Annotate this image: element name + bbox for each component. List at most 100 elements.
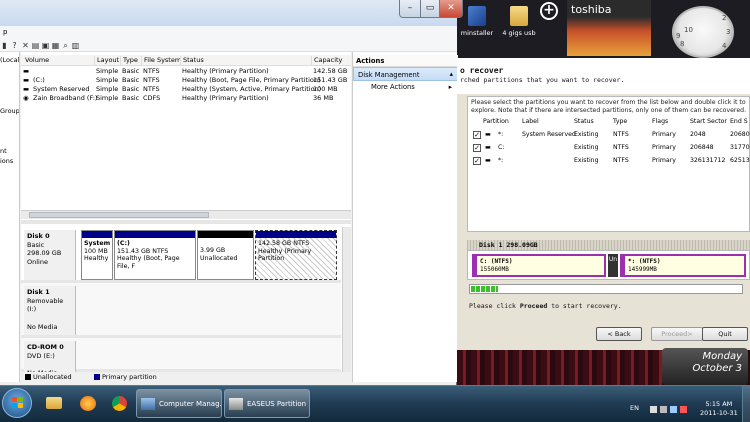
clock-time: 5:15 AM bbox=[705, 400, 733, 408]
map-unallocated[interactable]: Un bbox=[608, 254, 618, 277]
menu-fragment[interactable]: p bbox=[3, 28, 7, 36]
table-row[interactable]: ✓ ▬ *: System Reserved Existing NTFS Pri… bbox=[468, 129, 750, 141]
partition-system[interactable]: System 100 MB Healthy bbox=[81, 230, 113, 280]
collapse-arrow-icon[interactable]: ▴ bbox=[450, 70, 453, 78]
close-button[interactable]: ✕ bbox=[439, 0, 463, 18]
back-button[interactable]: < Back bbox=[596, 327, 642, 341]
toshiba-tile[interactable]: toshiba bbox=[567, 0, 651, 56]
disk-type: Basic bbox=[27, 240, 45, 249]
task-computer-management[interactable]: Computer Manag... bbox=[136, 389, 222, 418]
status-prefix: Please click bbox=[469, 302, 520, 310]
open-icon[interactable]: ▤ bbox=[31, 41, 40, 50]
column-header-flags[interactable]: Flags bbox=[652, 118, 668, 125]
volume-name: System Reserved bbox=[33, 85, 90, 93]
tree-item[interactable]: (Local bbox=[0, 56, 19, 64]
cell-start: 326131712 bbox=[690, 157, 726, 164]
column-header-capacity[interactable]: Capacity bbox=[311, 56, 342, 65]
tray-clock[interactable]: 5:15 AM 2011-10-31 bbox=[700, 400, 738, 418]
table-row[interactable]: ▬ System Reserved Simple Basic NTFS Heal… bbox=[21, 85, 351, 93]
column-header-layout[interactable]: Layout bbox=[94, 56, 119, 65]
desktop-icon-usb-folder[interactable]: 4 gigs usb bbox=[497, 4, 541, 52]
partition-unallocated[interactable]: 3.99 GB Unallocated bbox=[197, 230, 254, 280]
proceed-button[interactable]: Proceed> bbox=[651, 327, 703, 341]
wizard-subtitle: rched partitions that you want to recove… bbox=[460, 76, 625, 84]
legend-primary: Primary partition bbox=[102, 373, 157, 381]
help-icon[interactable]: ? bbox=[10, 41, 19, 50]
scrollbar-thumb[interactable] bbox=[29, 212, 209, 218]
map-partition-name: C: (NTFS) bbox=[480, 258, 513, 265]
menu-bar: p bbox=[0, 26, 457, 40]
tree-item[interactable]: Groups bbox=[0, 107, 19, 115]
table-row[interactable]: ▬ (C:) Simple Basic NTFS Healthy (Boot, … bbox=[21, 76, 351, 84]
chrome-pin[interactable] bbox=[104, 389, 136, 418]
save-icon[interactable]: ▣ bbox=[41, 41, 50, 50]
cell-type: NTFS bbox=[613, 131, 629, 138]
add-gadget-icon[interactable]: + bbox=[540, 2, 558, 20]
properties-icon[interactable]: ▮ bbox=[0, 41, 9, 50]
row-checkbox[interactable]: ✓ bbox=[473, 144, 481, 152]
column-header-status[interactable]: Status bbox=[574, 118, 594, 125]
cdrom-row: CD-ROM 0 DVD (E:) No Media bbox=[21, 338, 341, 377]
clock-gadget[interactable]: 10 2 8 4 3 9 bbox=[672, 6, 734, 58]
folder-icon[interactable]: ▦ bbox=[51, 41, 60, 50]
minimize-button[interactable]: – bbox=[399, 0, 421, 18]
maximize-button[interactable]: ▭ bbox=[420, 0, 440, 18]
partition-title: (C:) bbox=[117, 240, 130, 247]
column-header-label[interactable]: Label bbox=[522, 118, 539, 125]
search-icon[interactable]: ⌕ bbox=[61, 41, 70, 50]
quit-button[interactable]: Quit bbox=[702, 327, 748, 341]
tree-item[interactable]: ions bbox=[0, 157, 13, 165]
partition-status: Healthy bbox=[84, 255, 109, 262]
partition-c[interactable]: (C:) 151.43 GB NTFS Healthy (Boot, Page … bbox=[114, 230, 196, 280]
horizontal-scrollbar[interactable] bbox=[21, 210, 351, 219]
explorer-pin[interactable] bbox=[38, 389, 70, 418]
cell-end: 20680 bbox=[730, 131, 750, 138]
column-header-volume[interactable]: Volume bbox=[23, 56, 49, 65]
map-partition-c[interactable]: C: (NTFS) 155060MB bbox=[472, 254, 606, 277]
calendar-gadget[interactable]: Monday October 3 bbox=[662, 348, 748, 385]
partition-selected[interactable]: 142.58 GB NTFS Healthy (Primary Partitio… bbox=[255, 230, 337, 280]
taskbar: Computer Manag... EASEUS Partition ... E… bbox=[0, 385, 750, 422]
column-header-status[interactable]: Status bbox=[180, 56, 204, 65]
language-indicator[interactable]: EN bbox=[630, 404, 639, 412]
table-row[interactable]: ◉ Zain Broadband (F:) Simple Basic CDFS … bbox=[21, 94, 351, 102]
disk0-label[interactable]: Disk 0 Basic 298.09 GB Online bbox=[24, 230, 76, 280]
column-header-filesystem[interactable]: File System bbox=[141, 56, 181, 65]
table-row[interactable]: ✓ ▬ C: Existing NTFS Primary 206848 3177… bbox=[468, 142, 750, 154]
column-header-start-sector[interactable]: Start Sector bbox=[690, 118, 727, 125]
cdrom-label[interactable]: CD-ROM 0 DVD (E:) No Media bbox=[24, 341, 76, 377]
column-header-type[interactable]: Type bbox=[613, 118, 627, 125]
partition-status: Healthy (Primary Partition bbox=[258, 247, 312, 263]
volume-icon[interactable] bbox=[670, 406, 677, 413]
column-header-partition[interactable]: Partition bbox=[483, 118, 509, 125]
show-desktop-button[interactable] bbox=[742, 386, 750, 422]
column-header-end-sector[interactable]: End S bbox=[730, 118, 748, 125]
network-icon[interactable] bbox=[660, 406, 667, 413]
action-more-actions[interactable]: More Actions ▸ bbox=[371, 83, 458, 94]
tree-item[interactable]: nt bbox=[0, 147, 7, 155]
disk1-label[interactable]: Disk 1 Removable (I:) No Media bbox=[24, 286, 76, 335]
flag-icon[interactable] bbox=[680, 406, 687, 413]
action-disk-management[interactable]: Disk Management ▴ bbox=[353, 67, 458, 81]
task-label: EASEUS Partition ... bbox=[247, 400, 310, 408]
task-easeus[interactable]: EASEUS Partition ... bbox=[224, 389, 310, 418]
cell-end: 31770 bbox=[730, 144, 750, 151]
volume-capacity: 151.43 GB bbox=[313, 76, 348, 84]
pane-splitter[interactable] bbox=[21, 220, 351, 224]
media-player-pin[interactable] bbox=[72, 389, 104, 418]
delete-icon[interactable]: ✕ bbox=[21, 41, 30, 50]
column-header-type[interactable]: Type bbox=[120, 56, 138, 65]
row-checkbox[interactable]: ✓ bbox=[473, 131, 481, 139]
tray-arrow-icon[interactable] bbox=[650, 406, 657, 413]
action-label: More Actions bbox=[371, 83, 415, 91]
vertical-scrollbar[interactable] bbox=[342, 227, 351, 372]
table-row[interactable]: ✓ ▬ *: Existing NTFS Primary 326131712 6… bbox=[468, 155, 750, 167]
disk0-row: Disk 0 Basic 298.09 GB Online System 100… bbox=[21, 227, 341, 283]
toolbar: ▮ ? ✕ ▤ ▣ ▦ ⌕ ▥ bbox=[0, 40, 457, 52]
map-partition-star[interactable]: *: (NTFS) 145999MB bbox=[620, 254, 746, 277]
table-row[interactable]: ▬ Simple Basic NTFS Healthy (Primary Par… bbox=[21, 67, 351, 75]
row-checkbox[interactable]: ✓ bbox=[473, 157, 481, 165]
view-icon[interactable]: ▥ bbox=[71, 41, 80, 50]
start-button[interactable] bbox=[2, 388, 32, 418]
window-titlebar[interactable]: – ▭ ✕ bbox=[0, 0, 463, 26]
